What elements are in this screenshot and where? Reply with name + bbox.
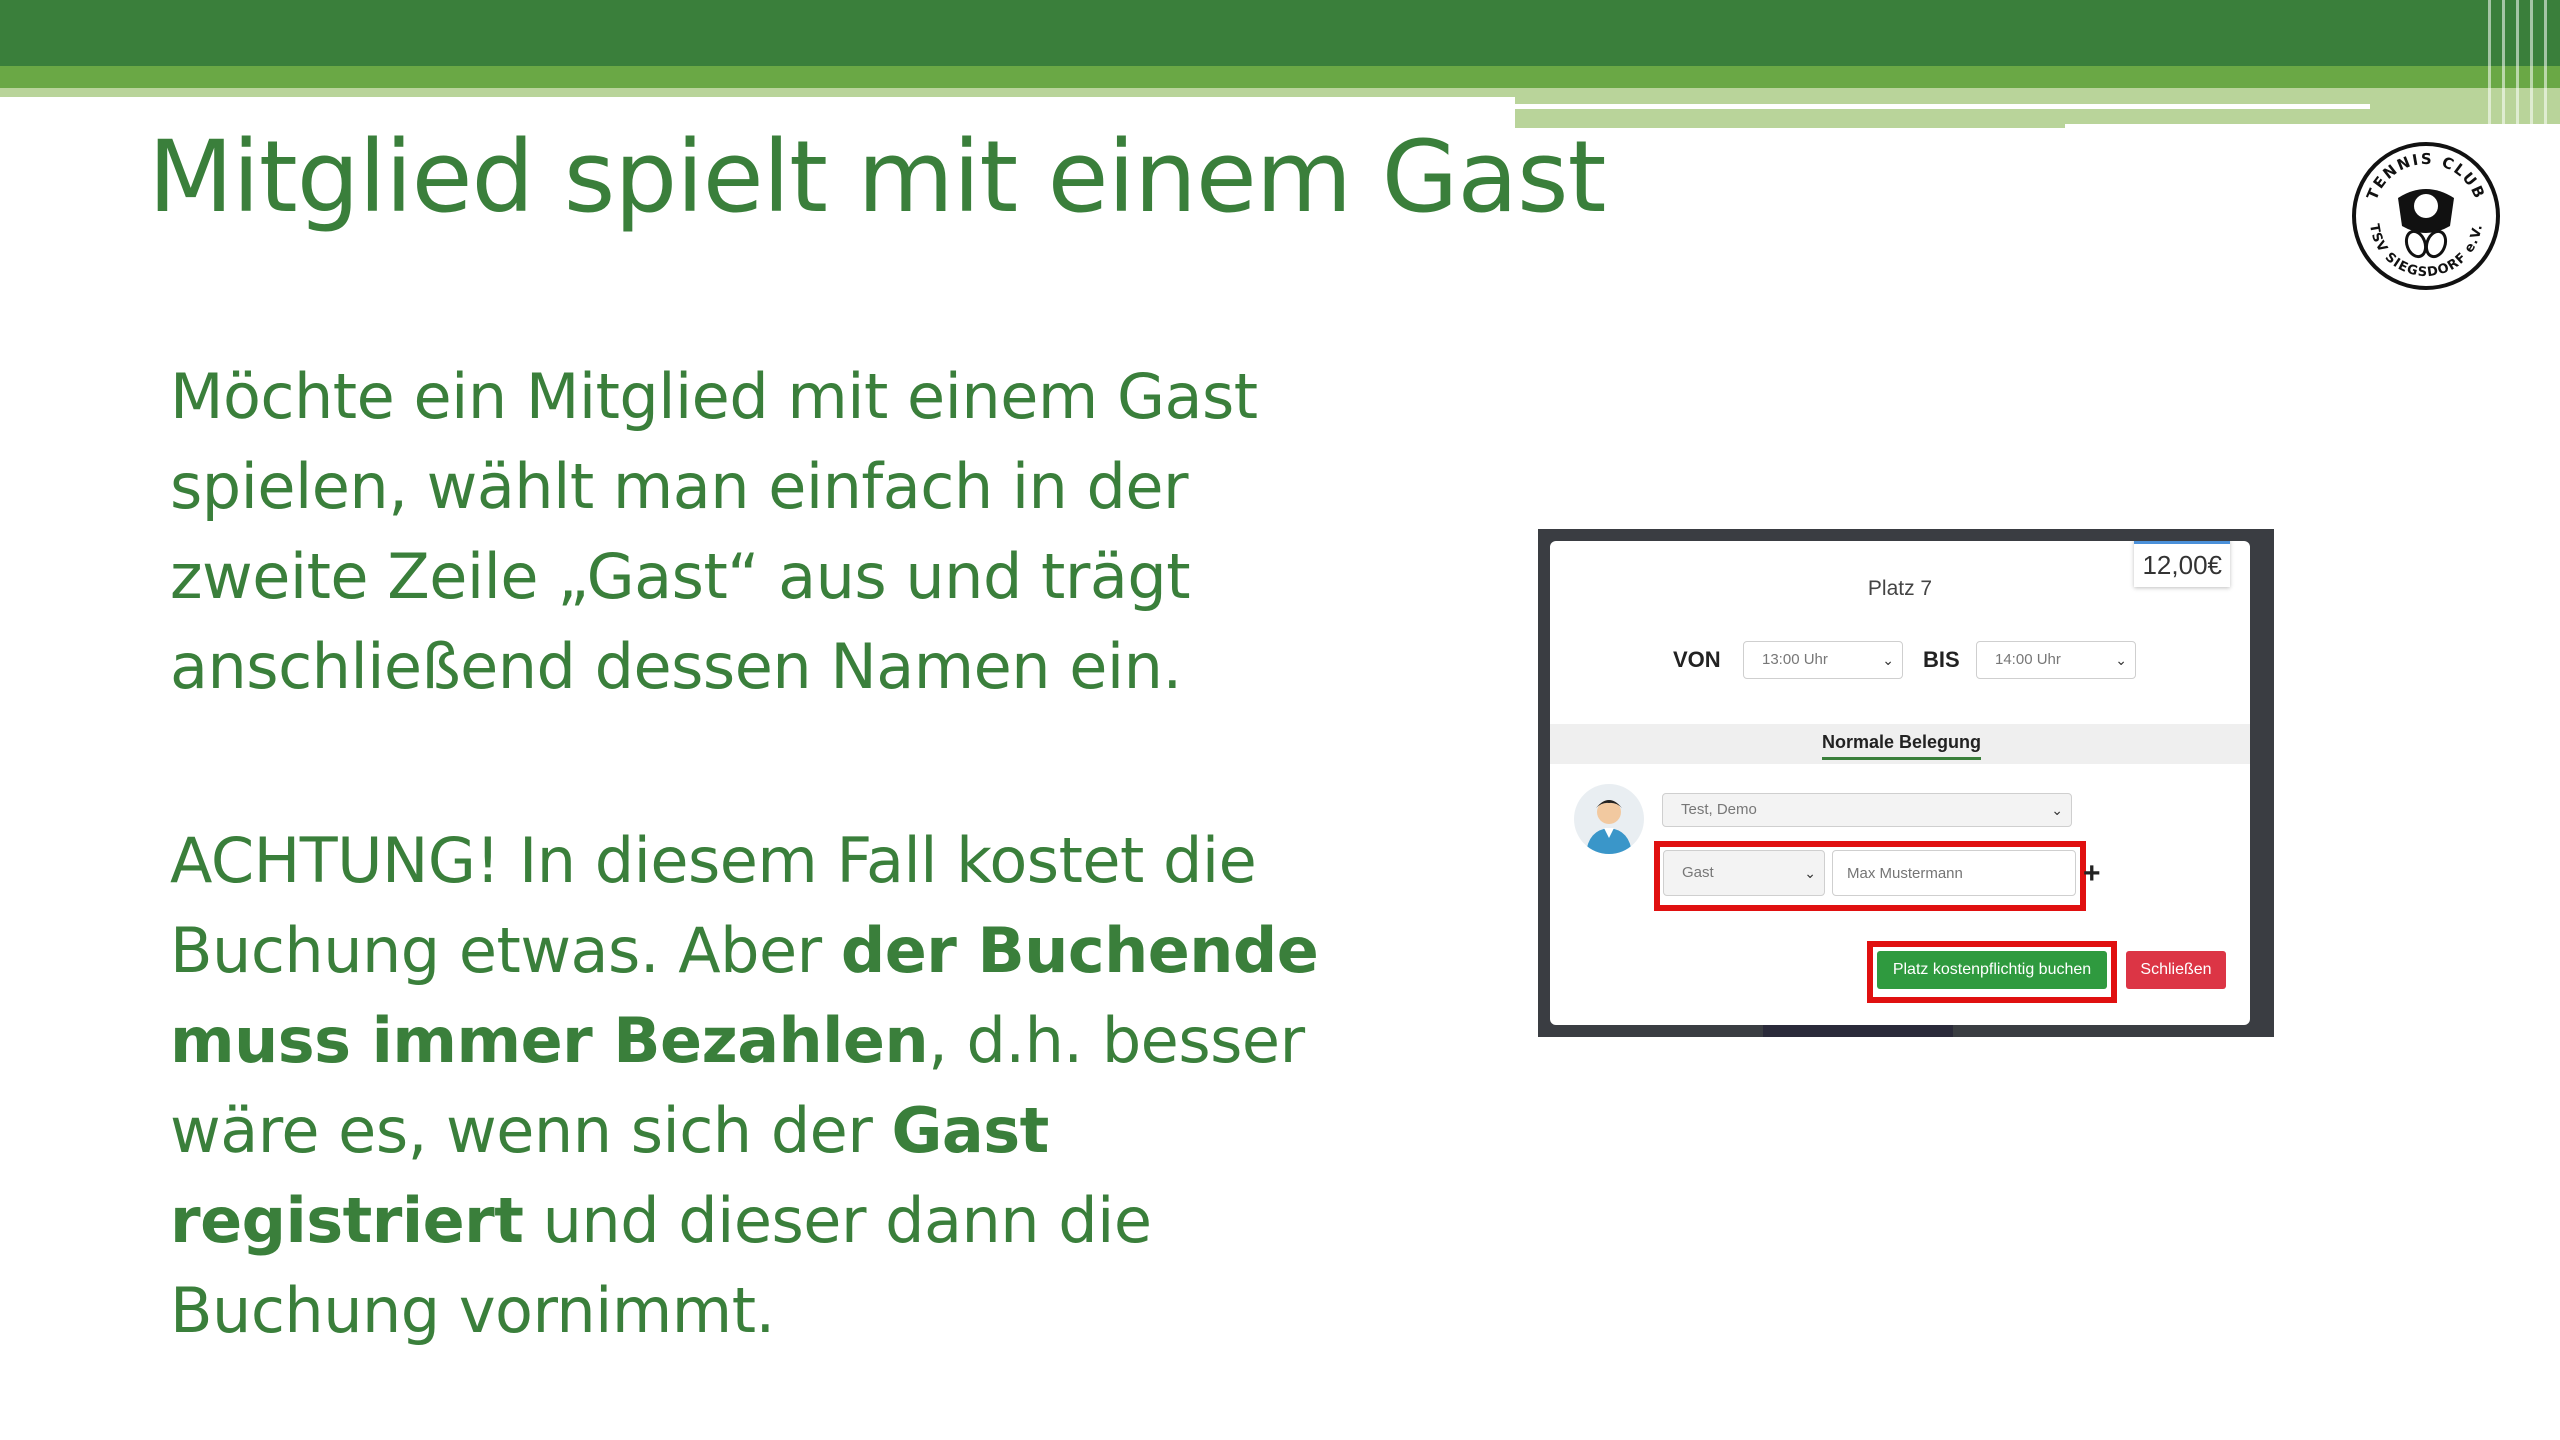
chevron-down-icon: ⌄ [2115,652,2127,668]
add-player-button[interactable]: + [2083,857,2101,891]
booking-screenshot: 12,00€ Platz 7 VON 13:00 Uhr ⌄ BIS 14:00… [1538,529,2274,1037]
header-divider-line [1515,104,2370,109]
chevron-down-icon: ⌄ [1804,865,1816,881]
close-button[interactable]: Schließen [2126,951,2226,989]
header-stripes [2480,0,2560,130]
to-time-select[interactable]: 14:00 Uhr ⌄ [1976,641,2136,679]
court-name: Platz 7 [1867,577,1933,600]
header-bar-dark [0,0,2560,66]
player1-value: Test, Demo [1681,801,1757,818]
player2-type-value: Gast [1682,864,1714,881]
player2-type-select[interactable]: Gast ⌄ [1663,850,1825,896]
intro-paragraph: Möchte ein Mitglied mit einem Gast spiel… [170,360,1258,703]
slide-title: Mitglied spielt mit einem Gast [148,120,1606,235]
to-time-value: 14:00 Uhr [1995,651,2061,668]
chevron-down-icon: ⌄ [1882,652,1894,668]
from-label: VON [1673,647,1721,672]
to-label: BIS [1923,647,1960,672]
header-bar-mid [0,66,2560,88]
guest-name-input[interactable] [1832,850,2076,896]
header-bar-light [0,88,1515,97]
from-time-value: 13:00 Uhr [1762,651,1828,668]
tennis-club-logo: TENNIS CLUB TSV SIEGSDORF e.V. [2350,140,2502,292]
booking-modal: 12,00€ Platz 7 VON 13:00 Uhr ⌄ BIS 14:00… [1550,541,2250,1025]
warning-paragraph: ACHTUNG! In diesem Fall kostet die Buchu… [170,816,1350,1356]
chevron-down-icon: ⌄ [2051,802,2063,818]
user-avatar [1574,784,1644,854]
tab-normale-belegung[interactable]: Normale Belegung [1822,732,1982,760]
from-time-select[interactable]: 13:00 Uhr ⌄ [1743,641,1903,679]
book-paid-button[interactable]: Platz kostenpflichtig buchen [1877,951,2107,989]
player1-select[interactable]: Test, Demo ⌄ [1662,793,2072,827]
booking-tabs: Normale Belegung [1550,724,2250,764]
screenshot-bottom-edge [1763,1025,1953,1037]
